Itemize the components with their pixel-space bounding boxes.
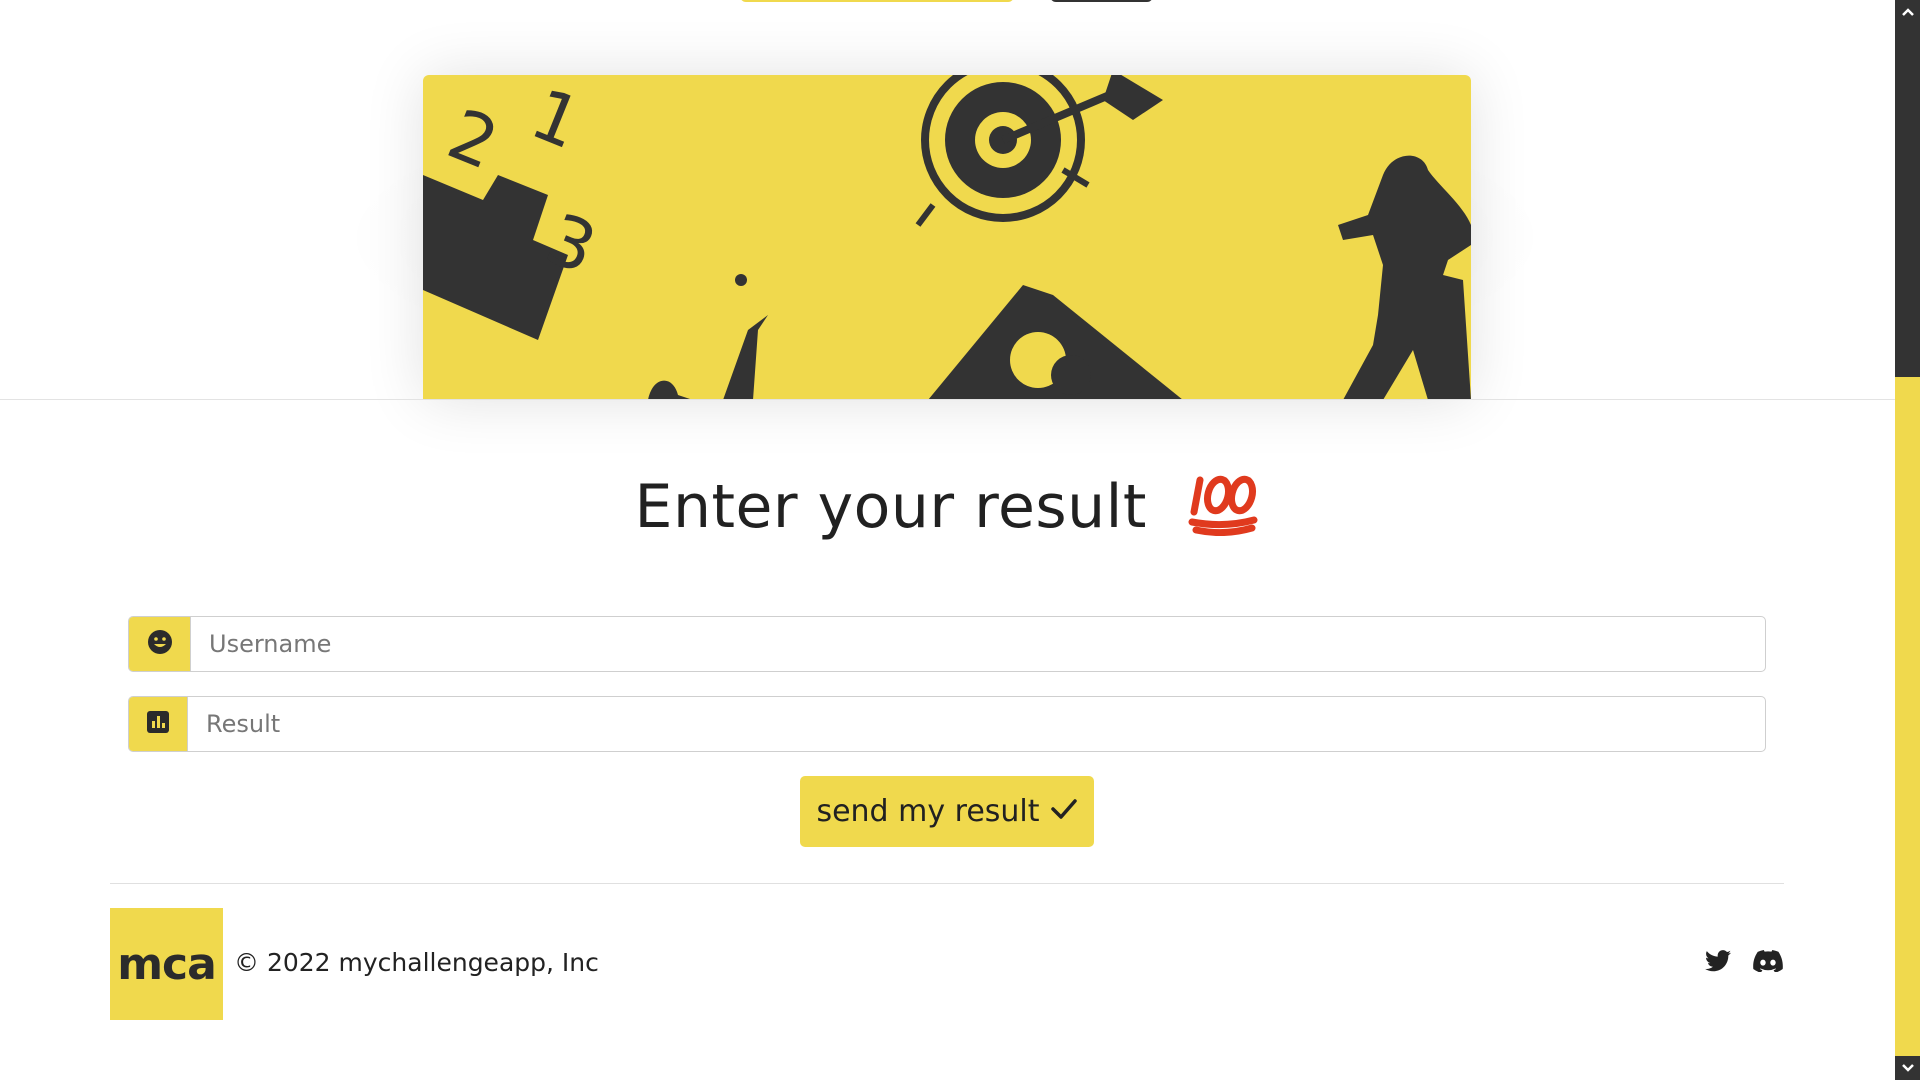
username-addon [129, 617, 191, 671]
page-title: Enter your result [0, 470, 1895, 551]
hundred-points-icon [1188, 470, 1260, 551]
discord-icon[interactable] [1753, 950, 1783, 976]
send-result-label: send my result [816, 794, 1040, 829]
result-addon [129, 697, 188, 751]
twitter-icon[interactable] [1705, 950, 1731, 976]
svg-text:2: 2 [437, 93, 509, 186]
top-primary-button[interactable] [740, 0, 1014, 2]
check-icon [1050, 794, 1078, 829]
scroll-down-icon[interactable] [1895, 1056, 1920, 1080]
page-title-text: Enter your result [634, 472, 1147, 543]
result-input[interactable] [188, 697, 1765, 751]
username-input[interactable] [191, 617, 1765, 671]
logo-text: mca [117, 938, 217, 990]
hero-illustration: 2 1 3 [423, 75, 1471, 400]
hero-banner: 2 1 3 [423, 75, 1471, 400]
svg-text:3: 3 [535, 198, 607, 291]
scroll-up-icon[interactable] [1895, 0, 1920, 24]
scrollbar[interactable] [1895, 0, 1920, 1080]
svg-text:1: 1 [520, 75, 592, 165]
username-field [128, 616, 1766, 672]
top-secondary-button[interactable] [1050, 0, 1153, 2]
smile-icon [147, 629, 173, 659]
result-field [128, 696, 1766, 752]
footer-divider [110, 883, 1784, 884]
hero-divider [0, 399, 1895, 400]
logo[interactable]: mca [110, 908, 223, 1020]
scrollbar-thumb[interactable] [1895, 0, 1920, 377]
copyright-text: © 2022 mychallengeapp, Inc [234, 948, 599, 977]
send-result-button[interactable]: send my result [800, 776, 1094, 847]
bar-chart-icon [147, 711, 169, 737]
